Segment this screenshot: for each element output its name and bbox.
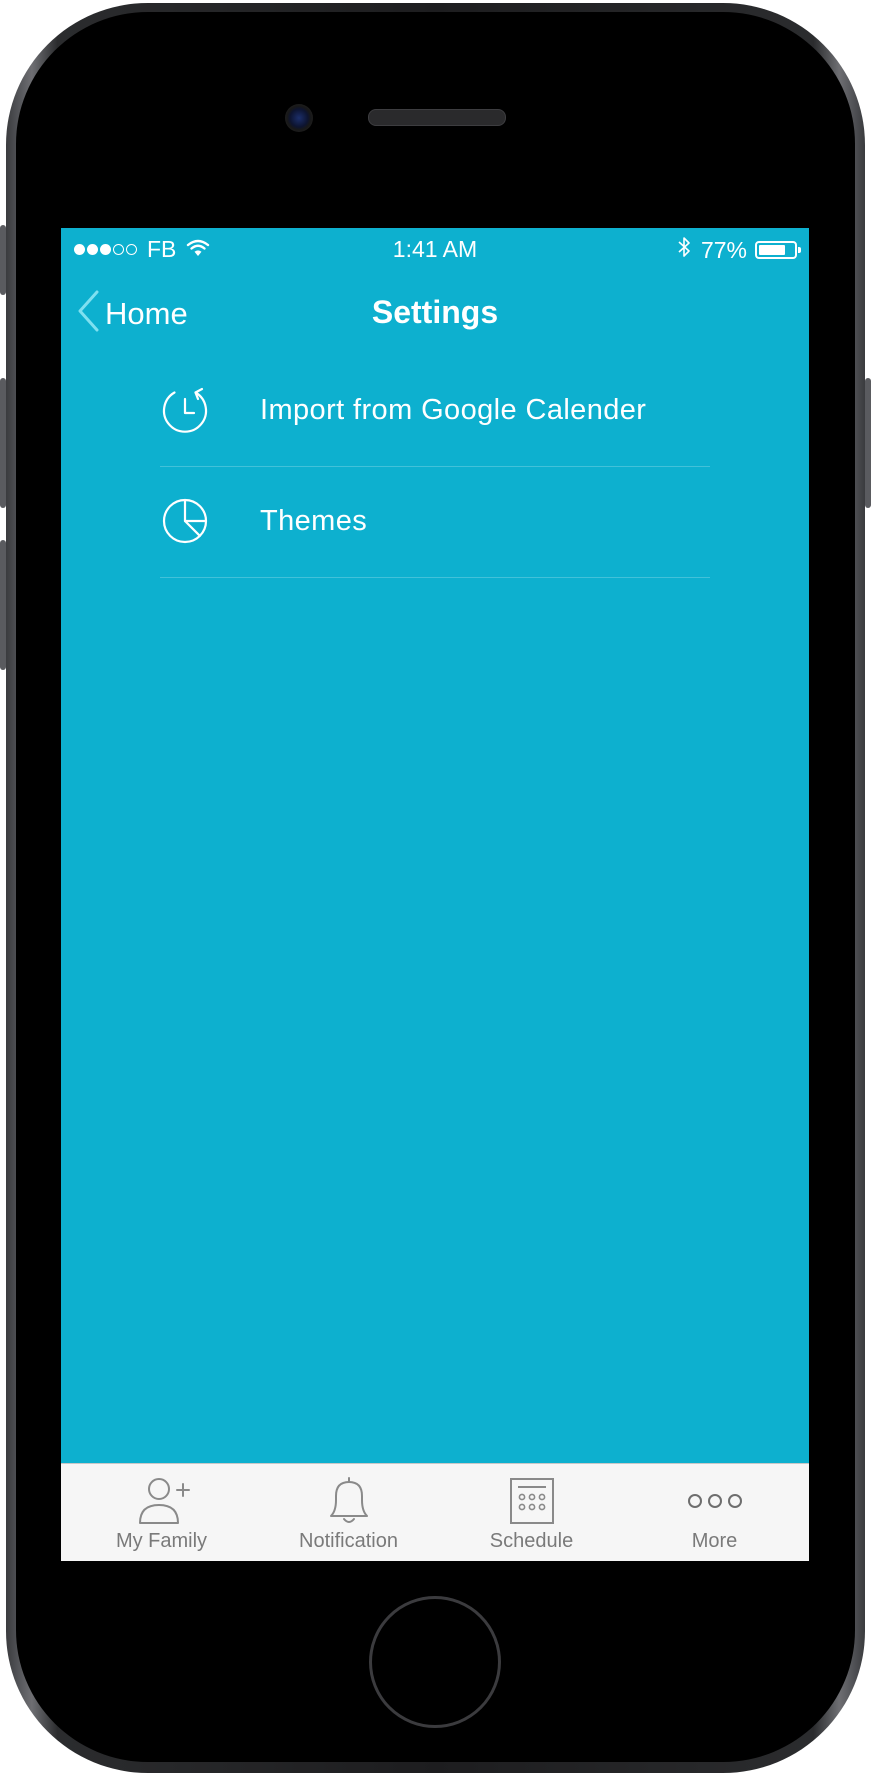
tab-notification[interactable]: Notification [255, 1464, 442, 1561]
battery-fill [759, 245, 785, 255]
history-clock-icon [161, 386, 209, 434]
calendar-grid-icon [438, 1475, 625, 1527]
page-title: Settings [371, 294, 499, 330]
volume-down-button [0, 540, 6, 670]
battery-nub [798, 247, 801, 253]
tab-label: Notification [299, 1530, 398, 1552]
tab-my-family[interactable]: My Family [68, 1464, 255, 1561]
tab-label: Schedule [489, 1530, 574, 1552]
settings-item-label: Import from Google Calender [260, 394, 647, 426]
power-button [865, 378, 871, 508]
add-person-icon [68, 1475, 255, 1527]
settings-item-label: Themes [260, 505, 368, 537]
settings-item-themes[interactable]: Themes [160, 467, 710, 578]
app-screen: FB 1:41 AM 77% Home Settings Import from… [61, 228, 809, 1561]
tab-schedule[interactable]: Schedule [438, 1464, 625, 1561]
status-right: 77% [677, 235, 801, 265]
tab-label: More [691, 1530, 738, 1552]
volume-up-button [0, 378, 6, 508]
front-camera [285, 104, 313, 132]
settings-item-import-google-calendar[interactable]: Import from Google Calender [160, 356, 710, 467]
status-bar: FB 1:41 AM 77% [61, 228, 809, 268]
battery-percent: 77% [700, 236, 747, 263]
pie-chart-icon [161, 497, 209, 545]
mute-switch [0, 225, 6, 295]
earpiece-speaker [368, 109, 506, 126]
settings-list: Import from Google Calender Themes [160, 356, 710, 578]
navigation-bar: Home Settings [61, 268, 809, 356]
device-frame: FB 1:41 AM 77% Home Settings Import from… [0, 0, 871, 1776]
home-button[interactable] [369, 1596, 501, 1728]
tab-bar: My Family Notification Schedule More [61, 1463, 809, 1561]
tab-more[interactable]: More [621, 1464, 808, 1561]
tab-label: My Family [115, 1530, 208, 1552]
more-dots-icon [621, 1475, 808, 1527]
bluetooth-icon [677, 235, 691, 265]
battery-icon [755, 241, 801, 259]
bell-icon [255, 1475, 442, 1527]
